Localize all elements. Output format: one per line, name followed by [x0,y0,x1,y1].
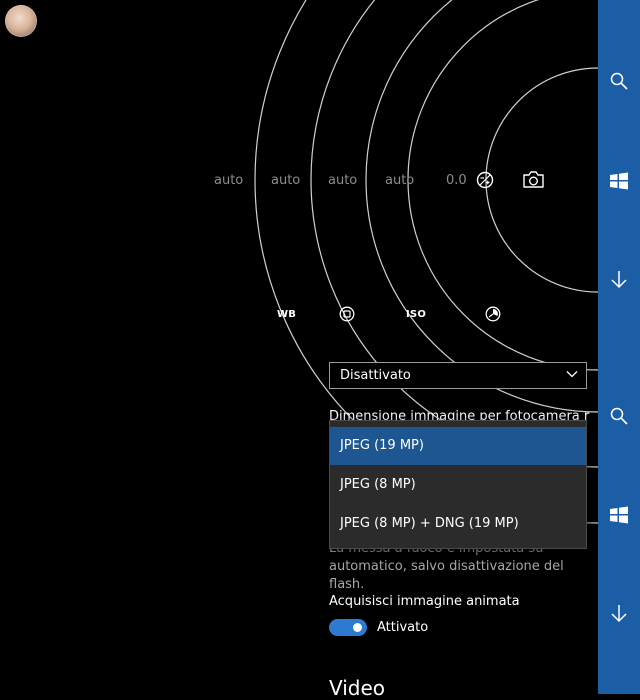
iso-value[interactable]: auto [328,173,357,188]
iso-label[interactable]: ISO [406,309,426,320]
option-label: JPEG (8 MP) [340,477,416,492]
shutter-speed-icon[interactable] [485,306,501,322]
image-size-dropdown[interactable]: JPEG (19 MP) JPEG (8 MP) JPEG (8 MP) + D… [329,420,587,549]
shutter-value[interactable]: auto [385,173,414,188]
option-label: JPEG (8 MP) + DNG (19 MP) [340,516,519,531]
flash-mode-select[interactable]: Disattivato [329,362,587,389]
search-button[interactable] [598,61,640,101]
back-button[interactable] [598,259,640,299]
focus-value[interactable]: auto [271,173,300,188]
navigation-bar [598,0,640,694]
image-size-option[interactable]: JPEG (8 MP) + DNG (19 MP) [330,505,586,543]
start-button[interactable] [598,161,640,201]
focus-icon[interactable] [339,306,355,322]
wb-value[interactable]: auto [214,173,243,188]
back-button[interactable] [598,593,640,633]
toggle-knob [353,623,362,632]
dial-ring-shutter [365,0,598,413]
exposure-value[interactable]: 0.0 [446,173,467,188]
image-size-option[interactable]: JPEG (8 MP) [330,466,586,504]
animated-image-toggle[interactable] [329,619,367,636]
chevron-down-icon [566,371,578,378]
focus-description-line2: automatico, salvo disattivazione del fla… [329,559,564,592]
camera-icon[interactable] [522,170,545,189]
animated-image-label: Acquisisci immagine animata [329,594,520,609]
down-arrow-icon [611,271,627,289]
windows-icon [610,506,628,524]
start-button[interactable] [598,495,640,535]
dial-ring-focus [310,0,598,468]
exposure-compensation-icon[interactable] [476,171,494,189]
wb-label[interactable]: WB [277,309,296,320]
search-icon [610,407,628,425]
option-label: JPEG (19 MP) [340,438,424,453]
animated-image-state: Attivato [377,620,429,635]
search-icon [610,72,628,90]
dial-ring-iso [407,0,598,371]
down-arrow-icon [611,605,627,623]
flash-mode-value: Disattivato [340,368,411,383]
windows-icon [610,172,628,190]
search-button[interactable] [598,396,640,436]
image-size-option[interactable]: JPEG (19 MP) [330,427,586,465]
video-heading: Video [329,676,386,700]
